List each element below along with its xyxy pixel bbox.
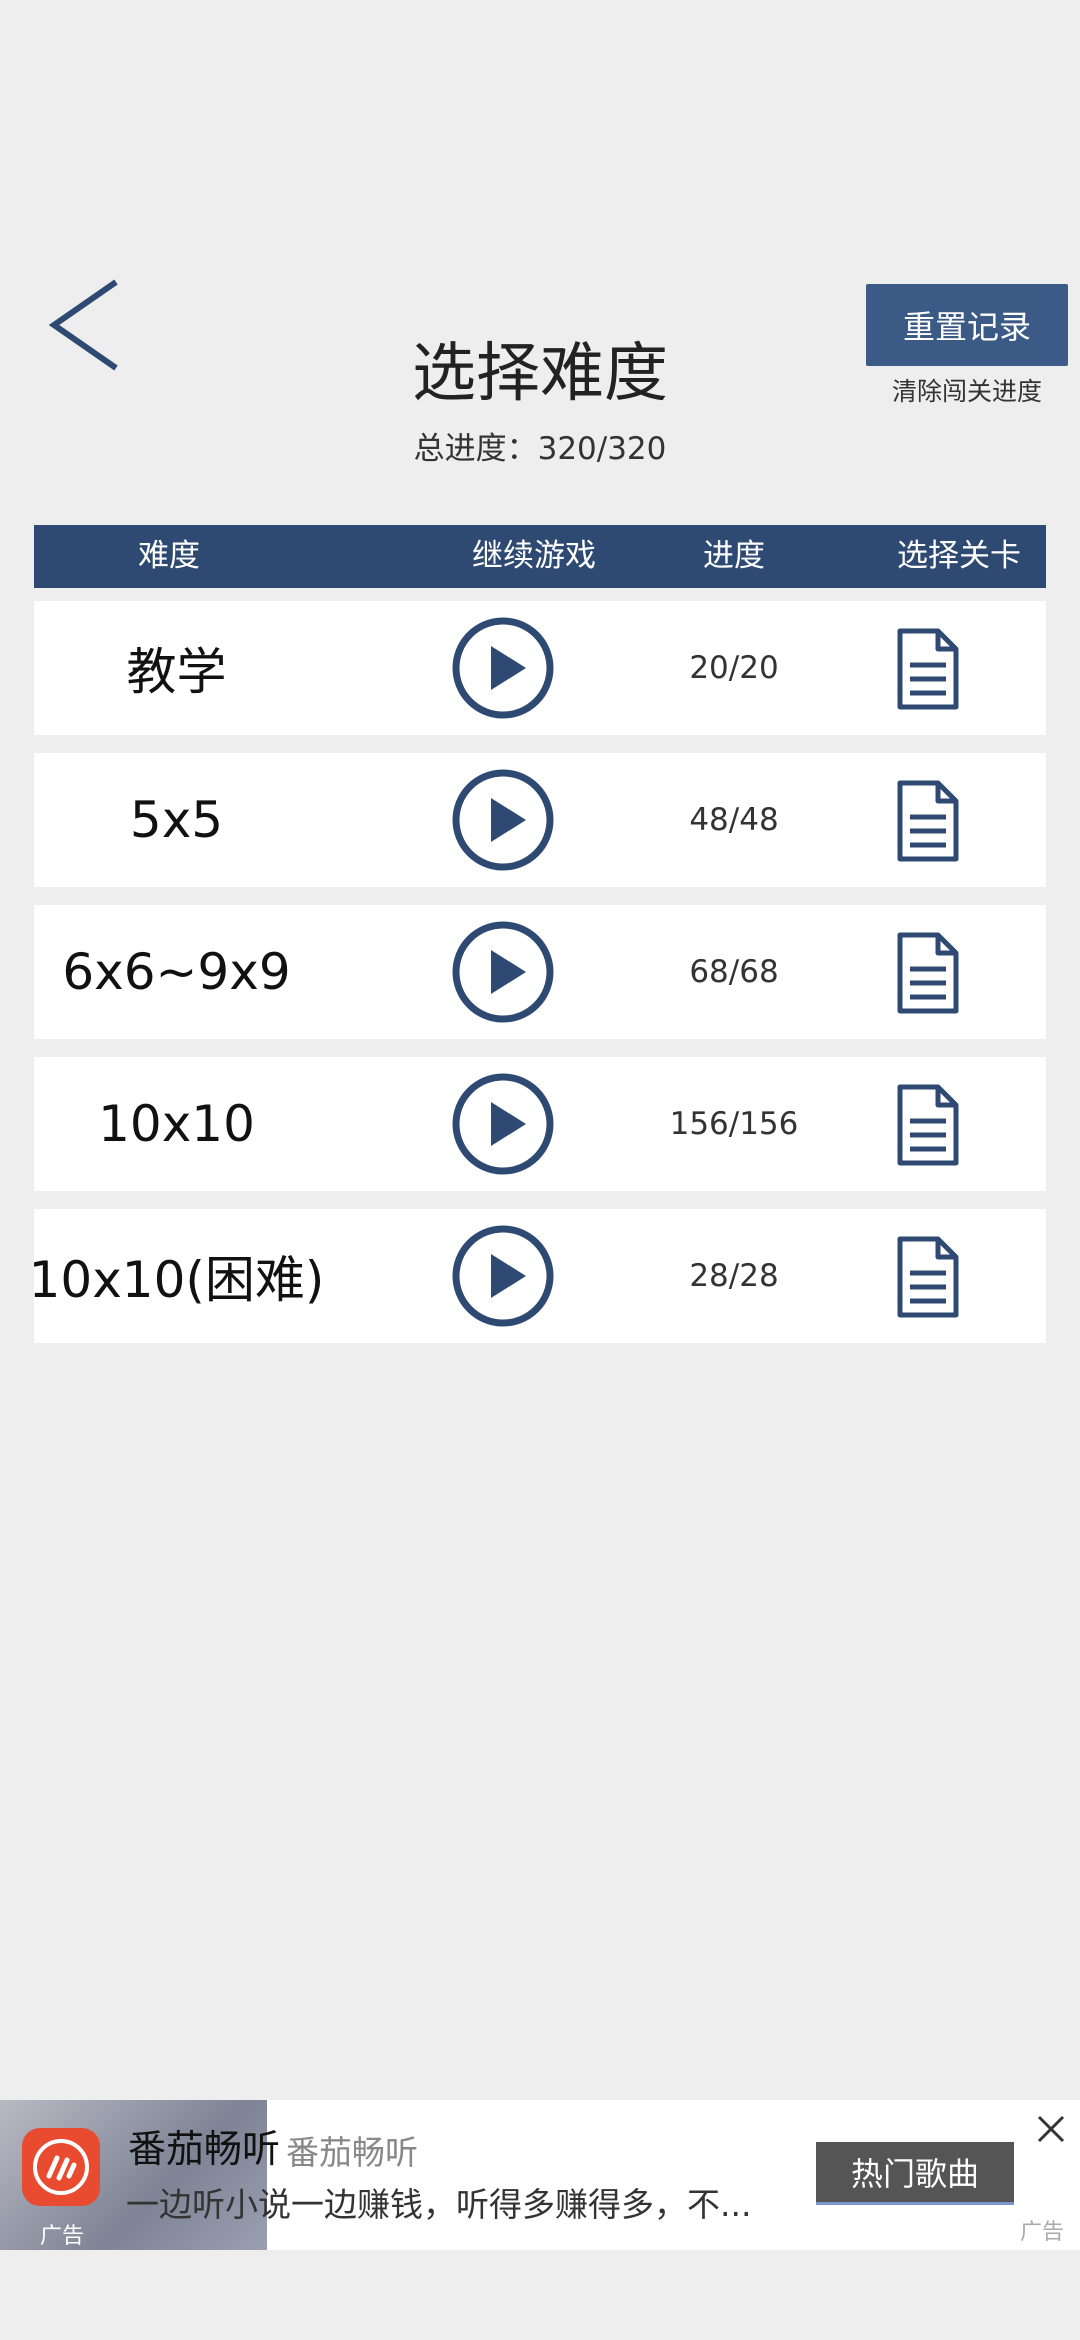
play-button[interactable] <box>451 768 555 872</box>
play-icon <box>452 769 554 871</box>
progress-value: 68/68 <box>689 954 779 990</box>
table-row: 10x10 156/156 <box>34 1057 1046 1191</box>
progress-value: 28/28 <box>689 1258 779 1294</box>
ad-label: 广告 <box>1020 2220 1065 2245</box>
app-logo-icon <box>22 2128 100 2206</box>
play-icon <box>452 1225 554 1327</box>
document-icon <box>897 1084 959 1166</box>
play-button[interactable] <box>451 920 555 1024</box>
document-icon <box>897 628 959 710</box>
table-row: 5x5 48/48 <box>34 753 1046 887</box>
play-icon <box>452 617 554 719</box>
play-button[interactable] <box>451 1072 555 1176</box>
select-level-button[interactable] <box>896 627 960 711</box>
progress-value: 156/156 <box>669 1106 799 1142</box>
select-level-button[interactable] <box>896 931 960 1015</box>
play-icon <box>452 1073 554 1175</box>
difficulty-name: 10x10(困难) <box>28 1251 325 1309</box>
difficulty-name: 5x5 <box>129 791 224 849</box>
play-button[interactable] <box>451 1224 555 1328</box>
difficulty-name: 教学 <box>126 643 227 701</box>
ad-label-left: 广告 <box>40 2224 85 2249</box>
ad-banner[interactable]: 广告 番茄畅听 番茄畅听 一边听小说一边赚钱，听得多赚得多，不... 热门歌曲 … <box>0 2100 1080 2250</box>
play-button[interactable] <box>451 616 555 720</box>
ad-cta-button[interactable]: 热门歌曲 <box>816 2142 1014 2205</box>
column-header-select-level: 选择关卡 <box>897 538 1021 574</box>
difficulty-name: 6x6~9x9 <box>62 943 291 1001</box>
ad-description: 一边听小说一边赚钱，听得多赚得多，不... <box>126 2185 752 2224</box>
select-level-button[interactable] <box>896 1083 960 1167</box>
select-level-button[interactable] <box>896 1235 960 1319</box>
ad-title-secondary: 番茄畅听 <box>286 2133 418 2172</box>
ad-title: 番茄畅听 <box>128 2127 281 2171</box>
total-progress: 总进度：320/320 <box>413 431 667 467</box>
document-icon <box>897 1236 959 1318</box>
table-header: 难度 继续游戏 进度 选择关卡 <box>34 525 1046 588</box>
reset-note: 清除闯关进度 <box>891 377 1042 406</box>
difficulty-name: 10x10 <box>98 1095 255 1153</box>
table-row: 10x10(困难) 28/28 <box>28 1209 1046 1343</box>
table-row: 教学 20/20 <box>34 601 1046 735</box>
progress-value: 48/48 <box>689 802 779 838</box>
table-row: 6x6~9x9 68/68 <box>34 905 1046 1039</box>
play-icon <box>452 921 554 1023</box>
close-icon[interactable] <box>1034 2112 1068 2146</box>
column-header-difficulty: 难度 <box>138 538 200 574</box>
progress-value: 20/20 <box>689 650 779 686</box>
document-icon <box>897 780 959 862</box>
document-icon <box>897 932 959 1014</box>
reset-record-button[interactable]: 重置记录 <box>866 284 1068 366</box>
select-level-button[interactable] <box>896 779 960 863</box>
